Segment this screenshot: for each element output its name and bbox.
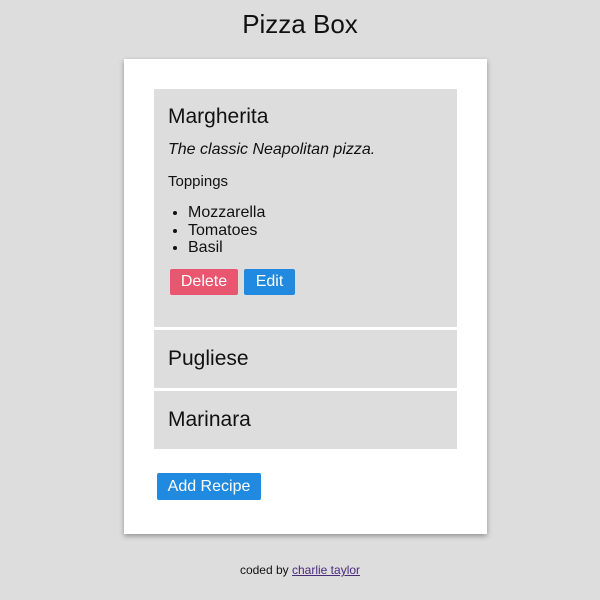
author-link[interactable]: charlie taylor bbox=[292, 563, 360, 577]
app-title: Pizza Box bbox=[242, 9, 358, 39]
edit-button[interactable]: Edit bbox=[244, 268, 295, 295]
delete-button[interactable]: Delete bbox=[170, 268, 238, 295]
recipe-title[interactable]: Pugliese bbox=[168, 346, 443, 372]
recipe-list: Margherita The classic Neapolitan pizza.… bbox=[154, 89, 457, 452]
topping-item: Mozzarella bbox=[188, 204, 443, 222]
topping-item: Basil bbox=[188, 239, 443, 257]
recipe-panel: Margherita The classic Neapolitan pizza.… bbox=[124, 59, 487, 534]
footer-credit-text: coded by bbox=[239, 563, 289, 577]
toppings-heading: Toppings bbox=[168, 173, 229, 190]
topping-item: Tomatoes bbox=[188, 222, 443, 240]
toppings-list: Mozzarella Tomatoes Basil bbox=[168, 204, 443, 257]
recipe-actions: Delete Edit bbox=[168, 268, 443, 295]
recipe-description: The classic Neapolitan pizza. bbox=[168, 141, 376, 158]
recipe-title[interactable]: Marinara bbox=[168, 407, 443, 433]
add-recipe-button[interactable]: Add Recipe bbox=[157, 473, 261, 500]
recipe-card-pugliese[interactable]: Pugliese bbox=[154, 330, 457, 388]
recipe-card-marinara[interactable]: Marinara bbox=[154, 391, 457, 449]
recipe-card-margherita[interactable]: Margherita The classic Neapolitan pizza.… bbox=[154, 89, 457, 327]
recipe-title[interactable]: Margherita bbox=[168, 104, 443, 130]
footer: coded by charlie taylor bbox=[0, 563, 600, 577]
